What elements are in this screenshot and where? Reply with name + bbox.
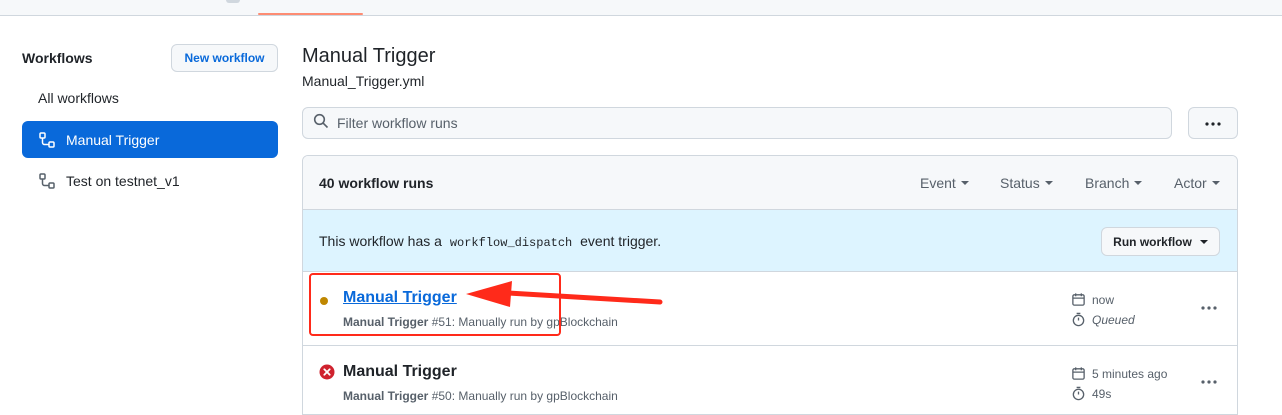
kebab-horizontal-icon bbox=[1204, 114, 1222, 132]
dispatch-suffix: event trigger. bbox=[580, 233, 662, 249]
event-filter-dropdown[interactable]: Event bbox=[920, 175, 969, 191]
actor-filter-dropdown[interactable]: Actor bbox=[1174, 175, 1220, 191]
run-meta: Manual Trigger #50: Manually run by gpBl… bbox=[343, 389, 618, 403]
workflow-icon bbox=[38, 172, 56, 190]
status-filter-label: Status bbox=[1000, 175, 1040, 191]
run-workflow-name: Manual Trigger bbox=[343, 389, 429, 403]
status-filter-dropdown[interactable]: Status bbox=[1000, 175, 1053, 191]
sidebar-item-all-workflows[interactable]: All workflows bbox=[38, 89, 119, 107]
workflow-icon bbox=[38, 131, 56, 149]
run-started: 5 minutes ago bbox=[1071, 366, 1167, 381]
stopwatch-icon bbox=[1072, 386, 1085, 401]
new-workflow-button[interactable]: New workflow bbox=[171, 44, 278, 72]
run-workflow-button[interactable]: Run workflow bbox=[1101, 227, 1220, 256]
run-duration: Queued bbox=[1071, 312, 1135, 327]
filter-runs-field[interactable] bbox=[302, 107, 1172, 139]
dispatch-banner: This workflow has a workflow_dispatch ev… bbox=[303, 210, 1237, 272]
event-filter-label: Event bbox=[920, 175, 956, 191]
row-options-button[interactable] bbox=[1199, 300, 1219, 316]
dispatch-prefix: This workflow has a bbox=[319, 233, 442, 249]
active-tab-underline bbox=[258, 13, 363, 15]
branch-filter-dropdown[interactable]: Branch bbox=[1085, 175, 1143, 191]
run-started: now bbox=[1071, 292, 1114, 307]
filter-runs-input[interactable] bbox=[337, 115, 1157, 131]
sidebar-item-test-on-testnet[interactable]: Test on testnet_v1 bbox=[22, 162, 278, 199]
kebab-horizontal-icon bbox=[1201, 306, 1217, 310]
actor-filter-label: Actor bbox=[1174, 175, 1207, 191]
sidebar-item-label: Manual Trigger bbox=[66, 131, 160, 148]
annotation-arrow-icon bbox=[466, 281, 663, 307]
row-options-button[interactable] bbox=[1199, 374, 1219, 390]
run-workflow-label: Run workflow bbox=[1113, 234, 1192, 249]
caret-down-icon bbox=[1211, 181, 1220, 185]
run-duration-text: Queued bbox=[1092, 312, 1135, 327]
caret-down-icon bbox=[960, 181, 969, 185]
failed-status-icon bbox=[319, 364, 335, 385]
run-started-text: 5 minutes ago bbox=[1092, 366, 1168, 381]
caret-down-icon bbox=[1044, 181, 1053, 185]
branch-filter-label: Branch bbox=[1085, 175, 1130, 191]
caret-down-icon bbox=[1134, 181, 1143, 185]
stopwatch-icon bbox=[1072, 312, 1085, 327]
nav-tab-indicator bbox=[226, 0, 240, 3]
calendar-icon bbox=[1072, 293, 1085, 306]
sidebar-item-manual-trigger[interactable]: Manual Trigger bbox=[22, 121, 278, 158]
runs-count: 40 workflow runs bbox=[319, 175, 434, 191]
calendar-icon bbox=[1072, 367, 1085, 380]
dispatch-message: This workflow has a workflow_dispatch ev… bbox=[319, 233, 661, 250]
sidebar-title: Workflows bbox=[22, 50, 93, 66]
sidebar-item-label: Test on testnet_v1 bbox=[66, 172, 180, 189]
dispatch-event-code: workflow_dispatch bbox=[449, 236, 573, 250]
workflow-run-row[interactable]: Manual Trigger Manual Trigger #50: Manua… bbox=[303, 346, 1237, 414]
run-duration: 49s bbox=[1071, 386, 1111, 401]
run-duration-text: 49s bbox=[1092, 386, 1112, 401]
run-title-link[interactable]: Manual Trigger bbox=[343, 363, 457, 381]
run-started-text: now bbox=[1092, 292, 1115, 307]
kebab-horizontal-icon bbox=[1201, 380, 1217, 384]
top-nav-bar bbox=[0, 0, 1282, 16]
run-meta-text: #50: Manually run by gpBlockchain bbox=[431, 389, 618, 403]
workflow-file-name[interactable]: Manual_Trigger.yml bbox=[302, 72, 424, 90]
more-options-button[interactable] bbox=[1188, 107, 1238, 139]
caret-down-icon bbox=[1199, 239, 1208, 244]
runs-list-header: 40 workflow runs Event Status Branch Act… bbox=[303, 156, 1237, 210]
page-title: Manual Trigger bbox=[302, 45, 436, 67]
search-icon bbox=[313, 113, 329, 134]
